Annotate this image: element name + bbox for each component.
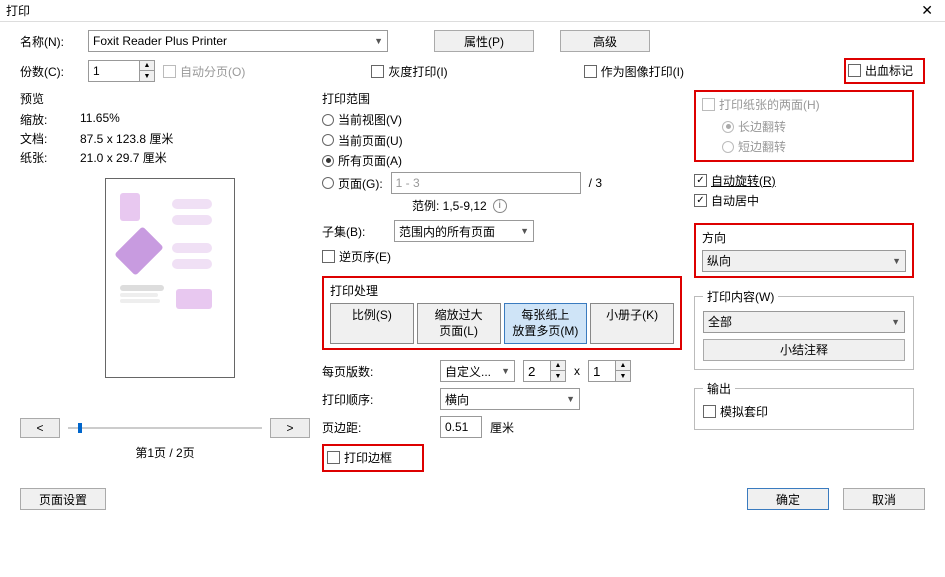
orientation-select[interactable]: 纵向▼ — [702, 250, 906, 272]
print-content-title: 打印内容(W) — [703, 288, 778, 305]
notes-button[interactable]: 小结注释 — [703, 339, 905, 361]
spin-down-icon[interactable]: ▼ — [140, 71, 154, 81]
order-select[interactable]: 横向▼ — [440, 388, 580, 410]
name-label: 名称(N): — [20, 33, 80, 50]
output-title: 输出 — [703, 380, 735, 397]
zoom-value: 11.65% — [80, 111, 120, 128]
page-indicator: 第1页 / 2页 — [20, 444, 310, 461]
copies-input[interactable] — [89, 61, 139, 81]
as-image-checkbox[interactable]: 作为图像打印(I) — [584, 63, 684, 80]
next-page-button[interactable]: > — [270, 418, 310, 438]
tab-scale[interactable]: 比例(S) — [330, 303, 414, 344]
paper-value: 21.0 x 29.7 厘米 — [80, 149, 167, 166]
auto-center-checkbox[interactable]: ✓自动居中 — [694, 192, 759, 209]
margin-label: 页边距: — [322, 419, 432, 436]
cols-spinner[interactable]: ▲▼ — [523, 360, 566, 382]
copies-label: 份数(C): — [20, 63, 80, 80]
pages-per-sheet-label: 每页版数: — [322, 363, 432, 380]
subset-select[interactable]: 范围内的所有页面 ▼ — [394, 220, 534, 242]
dialog-title: 打印 — [6, 2, 30, 19]
margin-unit: 厘米 — [490, 419, 514, 436]
collate-checkbox: 自动分页(O) — [163, 63, 245, 80]
advanced-button[interactable]: 高级 — [560, 30, 650, 52]
page-setup-button[interactable]: 页面设置 — [20, 488, 106, 510]
reverse-checkbox[interactable]: 逆页序(E) — [322, 248, 391, 265]
copies-spinner[interactable]: ▲▼ — [88, 60, 155, 82]
ok-button[interactable]: 确定 — [747, 488, 829, 510]
info-icon[interactable]: i — [493, 199, 507, 213]
margin-input[interactable] — [440, 416, 482, 438]
custom-select[interactable]: 自定义...▼ — [440, 360, 515, 382]
auto-rotate-checkbox[interactable]: ✓自动旋转(R) — [694, 172, 776, 189]
radio-current-view[interactable]: 当前视图(V) — [322, 111, 402, 128]
radio-short-edge: 短边翻转 — [722, 138, 786, 155]
bleed-checkbox[interactable]: 出血标记 — [848, 62, 913, 79]
chevron-down-icon: ▼ — [520, 226, 529, 236]
print-content-select[interactable]: 全部▼ — [703, 311, 905, 333]
close-button[interactable]: ✕ — [915, 2, 939, 19]
handling-title: 打印处理 — [330, 282, 674, 299]
zoom-label: 缩放: — [20, 111, 60, 128]
radio-long-edge: 长边翻转 — [722, 118, 786, 135]
pages-input[interactable] — [391, 172, 581, 194]
radio-pages[interactable]: 页面(G): — [322, 175, 383, 192]
preview-page — [105, 178, 235, 378]
doc-label: 文档: — [20, 130, 60, 147]
printer-select[interactable]: Foxit Reader Plus Printer ▼ — [88, 30, 388, 52]
page-slider[interactable] — [68, 427, 262, 429]
tab-multiple[interactable]: 每张纸上 放置多页(M) — [504, 303, 588, 344]
tab-fit[interactable]: 缩放过大 页面(L) — [417, 303, 501, 344]
border-checkbox[interactable]: 打印边框 — [327, 449, 392, 466]
prev-page-button[interactable]: < — [20, 418, 60, 438]
pages-total: / 3 — [589, 176, 602, 190]
range-title: 打印范围 — [322, 90, 682, 107]
example-label: 范例: 1,5-9,12 — [412, 197, 487, 214]
x-label: x — [574, 364, 580, 378]
paper-label: 纸张: — [20, 149, 60, 166]
orientation-title: 方向 — [702, 229, 906, 246]
radio-all-pages[interactable]: 所有页面(A) — [322, 152, 402, 169]
subset-label: 子集(B): — [322, 223, 386, 240]
both-sides-checkbox: 打印纸张的两面(H) — [702, 96, 820, 113]
chevron-down-icon: ▼ — [374, 36, 383, 46]
cancel-button[interactable]: 取消 — [843, 488, 925, 510]
order-label: 打印顺序: — [322, 391, 432, 408]
properties-button[interactable]: 属性(P) — [434, 30, 534, 52]
radio-current-page[interactable]: 当前页面(U) — [322, 132, 403, 149]
spin-up-icon[interactable]: ▲ — [140, 61, 154, 71]
doc-value: 87.5 x 123.8 厘米 — [80, 130, 173, 147]
preview-title: 预览 — [20, 90, 310, 107]
overprint-checkbox[interactable]: 模拟套印 — [703, 403, 768, 420]
tab-booklet[interactable]: 小册子(K) — [590, 303, 674, 344]
grayscale-checkbox[interactable]: 灰度打印(I) — [371, 63, 447, 80]
rows-spinner[interactable]: ▲▼ — [588, 360, 631, 382]
